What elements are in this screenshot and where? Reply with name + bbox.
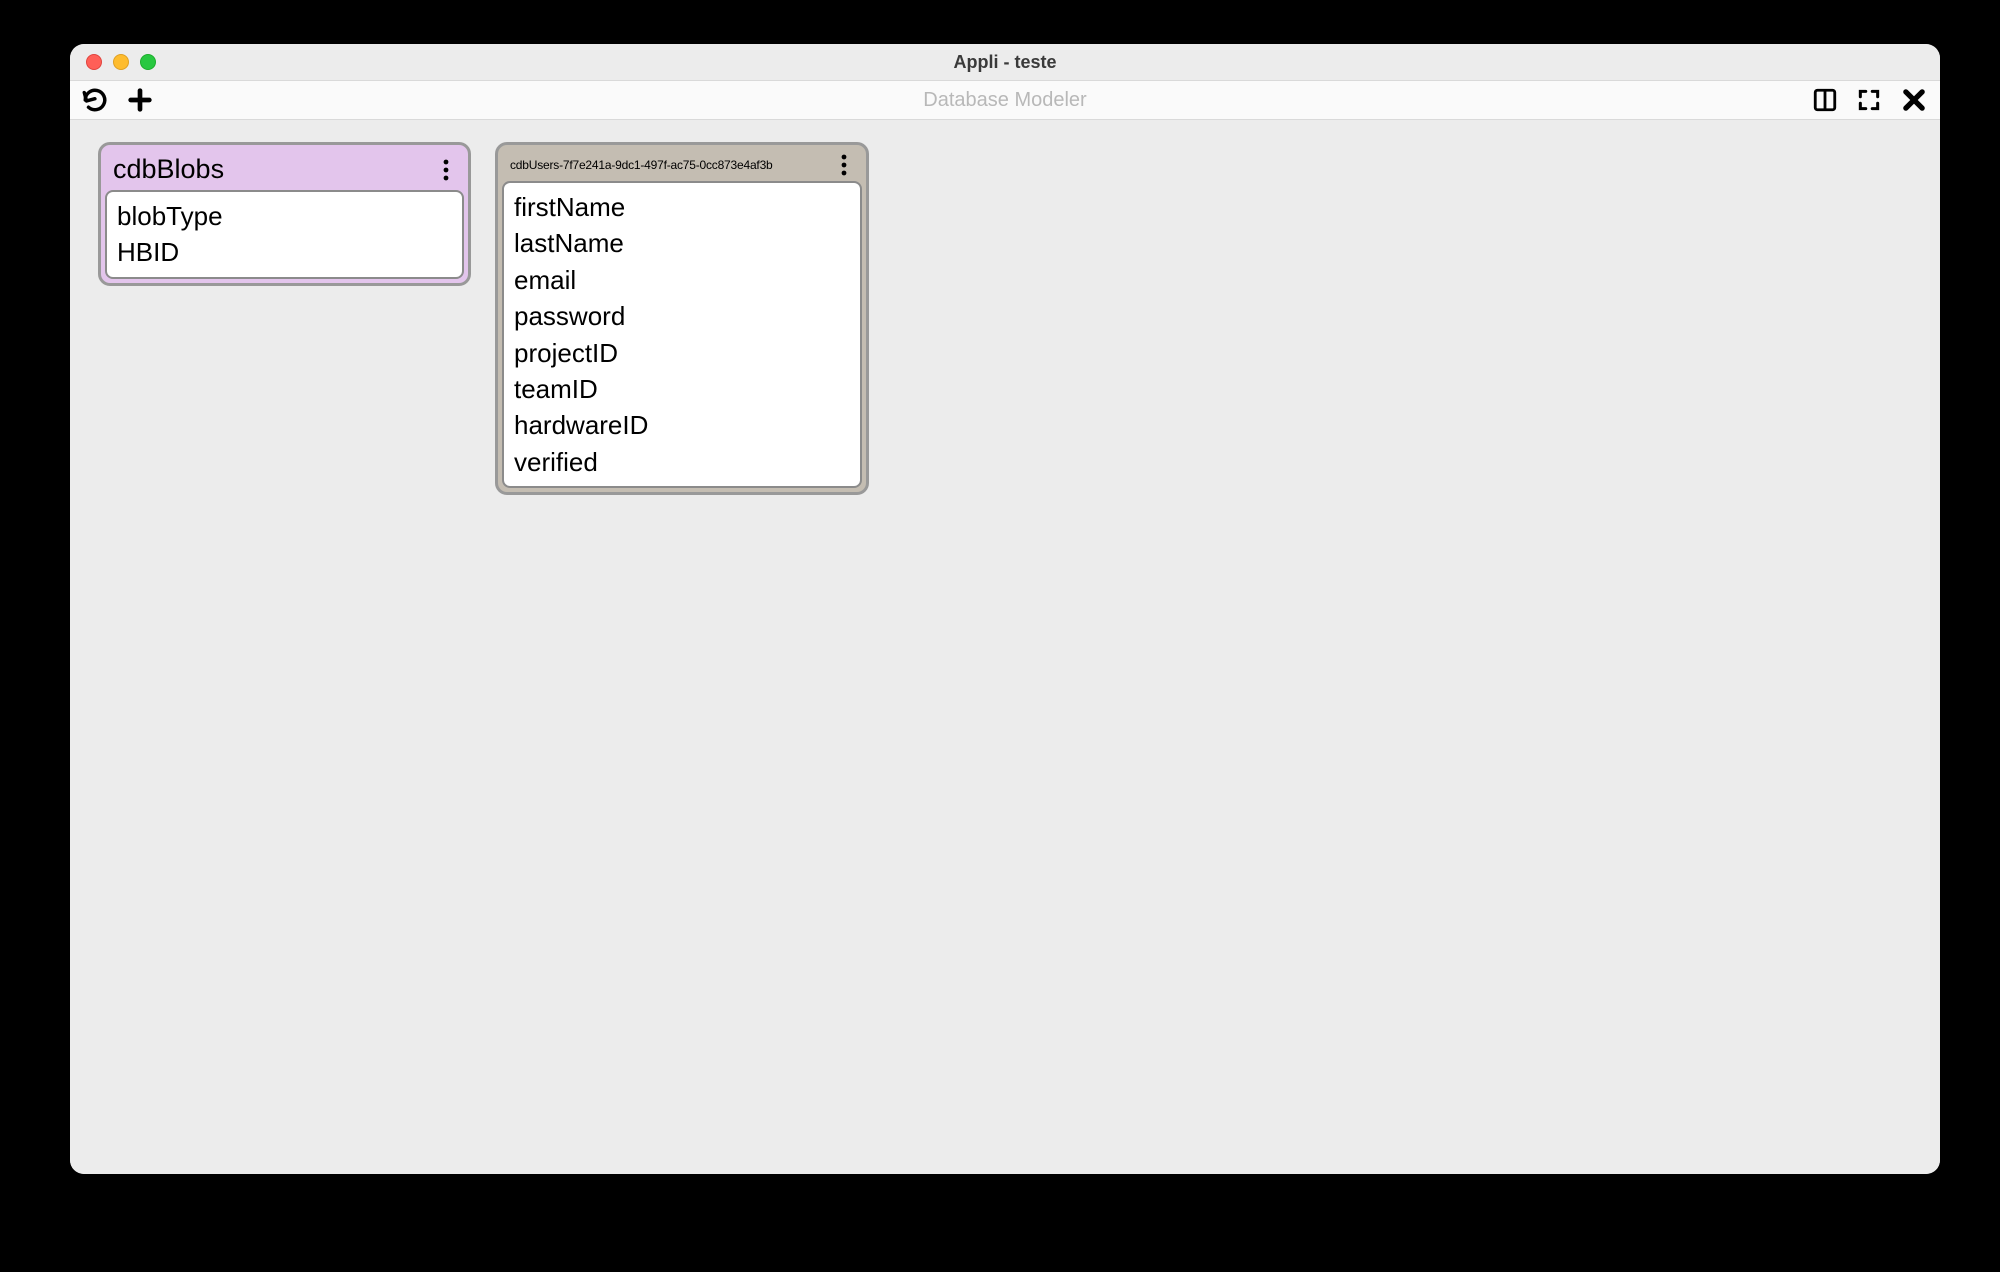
entity-title: cdbBlobs: [113, 154, 436, 185]
close-window-button[interactable]: [86, 54, 102, 70]
split-columns-icon: [1812, 87, 1838, 113]
more-vertical-icon: [841, 154, 847, 176]
entity-body: firstName lastName email password projec…: [502, 181, 862, 488]
window-title: Appli - teste: [953, 52, 1056, 73]
entity-body: blobType HBID: [105, 190, 464, 279]
entity-field[interactable]: firstName: [514, 189, 850, 225]
close-button[interactable]: [1900, 86, 1928, 114]
entity-card-cdbusers[interactable]: cdbUsers-7f7e241a-9dc1-497f-ac75-0cc873e…: [495, 142, 869, 495]
entity-field[interactable]: lastName: [514, 225, 850, 261]
fullscreen-button[interactable]: [1856, 86, 1882, 114]
close-icon: [1900, 86, 1928, 114]
entity-header[interactable]: cdbUsers-7f7e241a-9dc1-497f-ac75-0cc873e…: [502, 149, 862, 181]
minimize-window-button[interactable]: [113, 54, 129, 70]
entity-field[interactable]: HBID: [117, 234, 452, 270]
app-window: Appli - teste Database Modeler: [70, 44, 1940, 1174]
toolbar-title: Database Modeler: [923, 89, 1086, 112]
expand-icon: [1856, 87, 1882, 113]
entity-card-cdbblobs[interactable]: cdbBlobs blobType HBID: [98, 142, 471, 286]
toolbar-left: [78, 86, 154, 114]
maximize-window-button[interactable]: [140, 54, 156, 70]
toolbar: Database Modeler: [70, 80, 1940, 120]
more-vertical-icon: [443, 159, 449, 181]
entity-field[interactable]: teamID: [514, 371, 850, 407]
entity-field[interactable]: email: [514, 262, 850, 298]
refresh-button[interactable]: [82, 86, 108, 114]
toolbar-right: [1812, 86, 1932, 114]
entity-field[interactable]: password: [514, 298, 850, 334]
traffic-lights: [70, 54, 156, 70]
canvas[interactable]: cdbBlobs blobType HBID cdbUsers-7f7e241a…: [70, 120, 1940, 1174]
entity-menu-button[interactable]: [436, 159, 456, 181]
split-view-button[interactable]: [1812, 86, 1838, 114]
entity-header[interactable]: cdbBlobs: [105, 149, 464, 190]
titlebar: Appli - teste: [70, 44, 1940, 80]
entity-menu-button[interactable]: [834, 154, 854, 176]
entity-field[interactable]: verified: [514, 444, 850, 480]
entity-title: cdbUsers-7f7e241a-9dc1-497f-ac75-0cc873e…: [510, 158, 834, 172]
refresh-icon: [82, 87, 108, 113]
add-button[interactable]: [126, 86, 154, 114]
entity-field[interactable]: hardwareID: [514, 407, 850, 443]
plus-icon: [126, 86, 154, 114]
entity-field[interactable]: blobType: [117, 198, 452, 234]
entity-field[interactable]: projectID: [514, 335, 850, 371]
